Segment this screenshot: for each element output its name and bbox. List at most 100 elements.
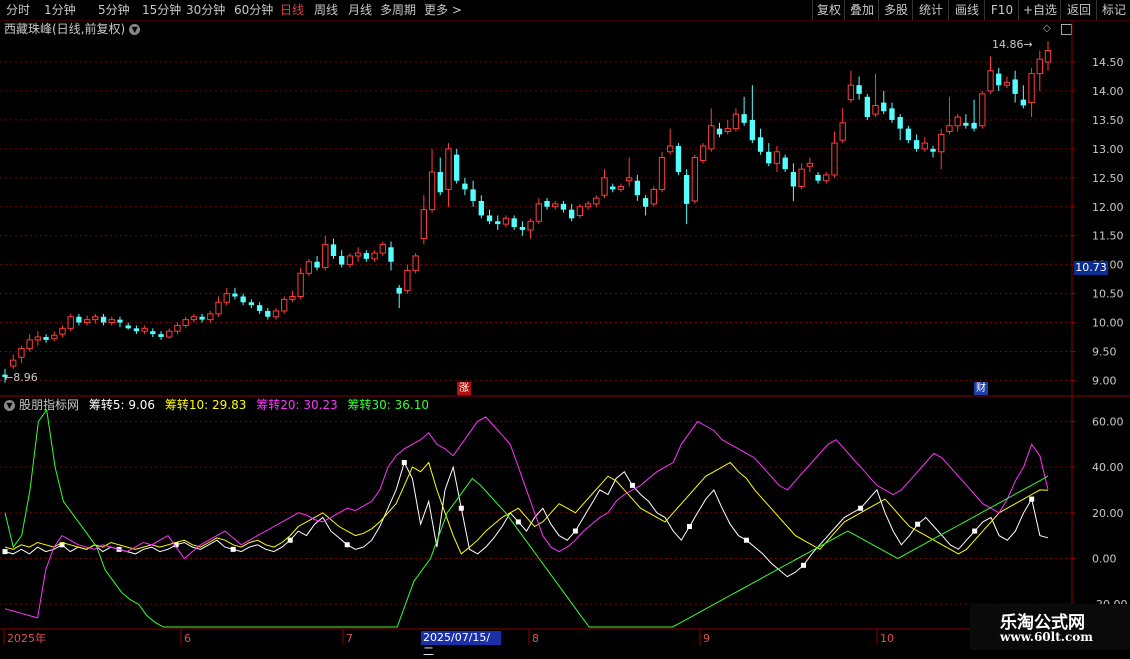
candle-body	[100, 316, 107, 323]
candlestick	[667, 128, 674, 155]
candle-body	[371, 252, 378, 260]
candlestick	[987, 56, 994, 94]
candlestick	[330, 238, 337, 259]
finance-badge[interactable]: 财	[974, 382, 988, 395]
candle-body	[996, 73, 1002, 86]
price-tick-label: 13.00	[1092, 143, 1124, 156]
price-tick-label: 10.00	[1092, 317, 1124, 330]
candle-body	[897, 117, 903, 129]
candle-body	[76, 316, 82, 323]
candle-body	[675, 145, 682, 173]
indicator-marker	[629, 482, 635, 488]
candlestick	[946, 96, 953, 135]
candle-body	[971, 122, 977, 129]
high-price-value: 14.86	[992, 38, 1024, 51]
candlestick	[428, 148, 436, 213]
candle-body	[667, 145, 674, 153]
candle-body	[872, 104, 879, 115]
candle-body	[946, 125, 953, 133]
watermark-url: www.60lt.com	[1000, 630, 1093, 644]
candlestick	[691, 154, 699, 204]
candlestick	[650, 186, 657, 207]
candle-body	[125, 325, 131, 329]
candle-body	[749, 119, 756, 141]
candlestick	[108, 316, 115, 326]
indicator-value-10: 筹转10: 29.83	[164, 398, 247, 412]
candlestick	[625, 157, 633, 187]
candlestick	[346, 253, 354, 268]
candle-body	[617, 186, 625, 190]
chevron-down-icon[interactable]: ▼	[4, 400, 15, 411]
indicator-tick-label: 40.00	[1092, 461, 1124, 474]
candlestick	[51, 331, 58, 342]
candle-body	[576, 206, 584, 216]
indicator-value-20: 筹转20: 30.23	[256, 398, 338, 412]
indicator-name: 股朋指标网	[19, 398, 80, 412]
current-price-label: 10.73	[1074, 261, 1108, 275]
candle-body	[766, 151, 772, 164]
indicator-value-30: 筹转30: 36.10	[347, 398, 429, 412]
candlestick	[511, 215, 517, 230]
candlestick	[938, 128, 945, 170]
price-tick-label: 9.00	[1092, 374, 1117, 387]
candle-body	[92, 316, 99, 321]
candle-body	[174, 324, 181, 332]
candle-body	[199, 316, 205, 320]
candlestick	[741, 96, 747, 126]
candle-body	[831, 142, 838, 176]
candlestick	[617, 183, 625, 193]
candle-body	[256, 305, 263, 311]
price-tick-label: 14.00	[1092, 85, 1124, 98]
candlestick	[519, 221, 526, 236]
candle-body	[560, 203, 567, 210]
candlestick	[379, 241, 386, 256]
candlestick	[388, 241, 394, 271]
candle-body	[593, 197, 600, 205]
candle-body	[954, 116, 961, 127]
candlestick	[634, 174, 641, 201]
price-tick-label: 12.00	[1092, 201, 1124, 214]
candle-body	[757, 137, 764, 152]
candle-body	[544, 200, 550, 207]
candlestick	[569, 203, 575, 222]
candlestick	[610, 183, 616, 193]
candle-body	[215, 301, 222, 315]
candlestick	[117, 316, 123, 328]
candlestick	[897, 114, 903, 141]
candlestick	[823, 172, 830, 184]
candlestick	[462, 177, 468, 196]
candle-body	[650, 188, 657, 205]
candlestick	[150, 328, 156, 338]
candle-body	[691, 157, 699, 202]
candlestick	[100, 313, 107, 326]
candle-body	[839, 122, 846, 141]
candlestick	[174, 322, 181, 335]
candle-body	[699, 145, 707, 161]
candle-body	[412, 255, 419, 271]
candle-body	[265, 310, 271, 317]
candlestick	[642, 195, 649, 216]
candle-body	[889, 108, 895, 120]
candle-body	[634, 180, 641, 196]
candle-body	[297, 272, 304, 297]
limit-up-badge[interactable]: 涨	[457, 382, 471, 395]
candle-body	[478, 200, 484, 216]
arrow-right-icon: →	[1023, 38, 1033, 51]
candle-body	[51, 334, 58, 340]
candle-body	[847, 84, 855, 101]
candlestick	[371, 250, 378, 262]
candlestick	[272, 308, 280, 320]
candle-body	[584, 203, 592, 208]
candlestick	[773, 145, 781, 173]
candlestick	[766, 143, 772, 167]
kline-chart[interactable]: 14.5014.0013.5013.0012.5012.0011.5011.00…	[0, 0, 1130, 650]
indicator-value-5: 筹转5: 9.06	[88, 398, 156, 412]
indicator-tick-label: 60.00	[1092, 415, 1124, 428]
candle-body	[59, 327, 66, 335]
candlestick	[232, 287, 238, 300]
candlestick	[675, 143, 682, 175]
candle-body	[363, 253, 370, 259]
indicator-marker	[915, 521, 921, 527]
indicator-line	[4, 408, 1049, 628]
candle-body	[248, 302, 255, 306]
